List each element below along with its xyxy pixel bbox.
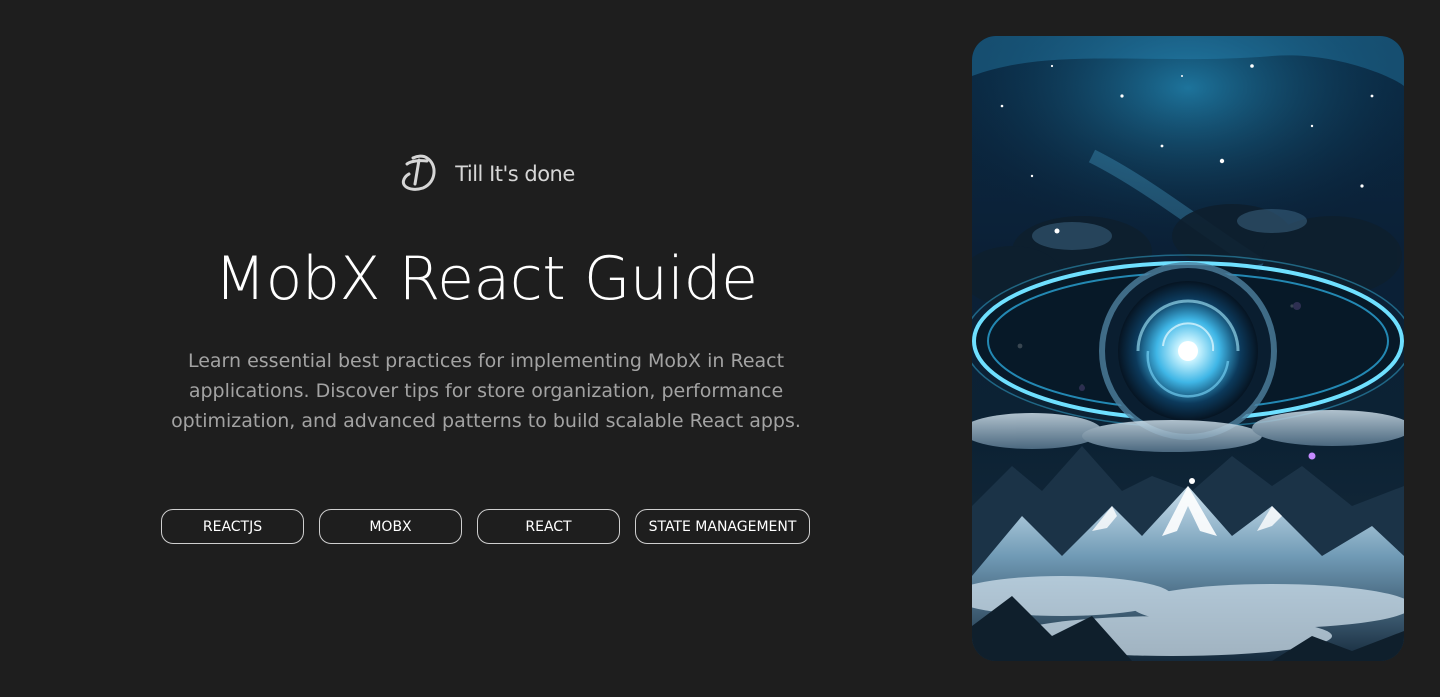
td-monogram-icon — [402, 154, 436, 191]
tag-list: REACTJS MOBX REACT STATE MANAGEMENT — [161, 509, 810, 544]
hero-illustration — [972, 36, 1404, 661]
page-title: MobX React Guide — [214, 244, 758, 314]
tag-mobx[interactable]: MOBX — [319, 509, 462, 544]
article-page: Till It's done MobX React Guide Learn es… — [0, 0, 1440, 697]
brand-name: Till It's done — [455, 162, 575, 186]
tag-reactjs[interactable]: REACTJS — [161, 509, 304, 544]
tag-react[interactable]: REACT — [477, 509, 620, 544]
brand[interactable]: Till It's done — [0, 152, 972, 196]
article-header: Till It's done MobX React Guide Learn es… — [0, 0, 972, 697]
cosmic-eye-galaxy-over-mountains-image — [972, 36, 1404, 661]
article-description: Learn essential best practices for imple… — [171, 350, 801, 432]
brand-link: Till It's done — [397, 152, 575, 196]
tag-state-management[interactable]: STATE MANAGEMENT — [635, 509, 810, 544]
